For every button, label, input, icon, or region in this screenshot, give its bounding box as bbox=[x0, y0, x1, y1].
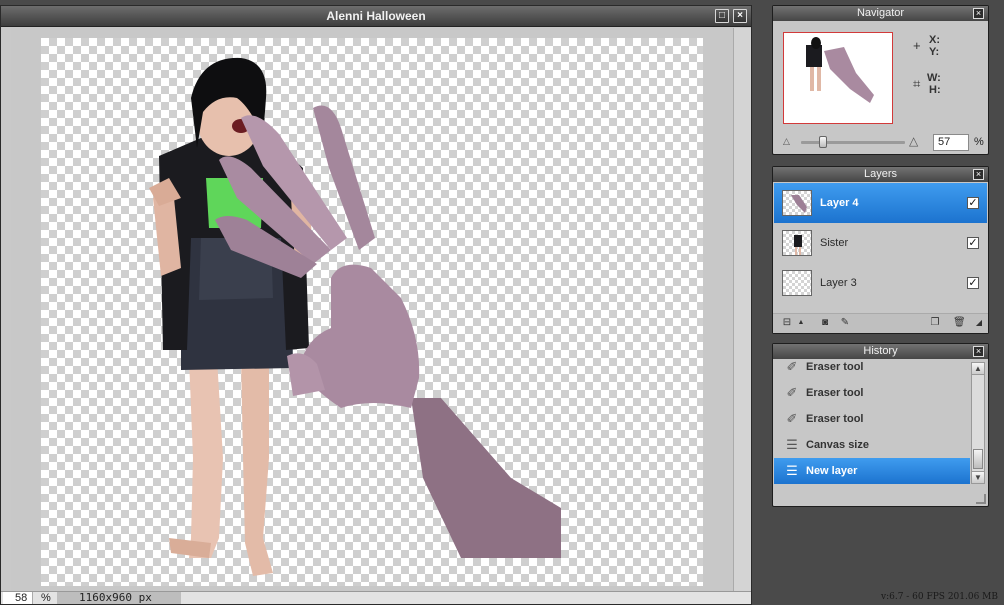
eraser-icon: ✐ bbox=[786, 385, 798, 400]
history-scroll-thumb[interactable] bbox=[973, 449, 983, 469]
maximize-icon[interactable]: □ bbox=[715, 9, 729, 23]
history-scrollbar[interactable]: ▲ ▼ bbox=[971, 362, 985, 484]
history-item[interactable]: ☰ New layer bbox=[774, 458, 970, 484]
close-icon[interactable]: × bbox=[973, 346, 984, 357]
close-icon[interactable]: × bbox=[973, 8, 984, 19]
layer-row[interactable]: Layer 4 ✓ bbox=[774, 183, 987, 223]
layer-visibility-checkbox[interactable]: ✓ bbox=[967, 277, 979, 289]
layer-visibility-checkbox[interactable]: ✓ bbox=[967, 197, 979, 209]
history-item-label: Eraser tool bbox=[806, 361, 864, 373]
history-title: History bbox=[863, 345, 898, 357]
resize-grip-icon[interactable] bbox=[976, 494, 986, 504]
document-icon: ☰ bbox=[786, 463, 798, 478]
image-canvas[interactable] bbox=[41, 38, 703, 586]
navigator-zoom-row: △ △ 57 % bbox=[781, 134, 984, 151]
selection-size-icon: ⌗ bbox=[913, 76, 921, 91]
app-status-text: v:6.7 - 60 FPS 201.06 MB bbox=[880, 592, 998, 602]
trash-icon[interactable]: 🗑 bbox=[953, 318, 966, 329]
new-layer-icon[interactable]: ❐ bbox=[929, 318, 941, 329]
navigator-preview bbox=[806, 37, 874, 103]
nav-x-label: X: bbox=[929, 34, 940, 46]
document-vertical-scrollbar[interactable] bbox=[733, 28, 751, 594]
history-item[interactable]: ✐ Eraser tool bbox=[774, 406, 970, 432]
navigator-thumbnail[interactable] bbox=[783, 32, 893, 124]
navigator-titlebar[interactable]: Navigator × bbox=[773, 6, 988, 21]
document-size-label: 1160x960 px bbox=[57, 592, 181, 604]
layer-name: Sister bbox=[820, 237, 849, 249]
history-item-label: Eraser tool bbox=[806, 413, 864, 425]
close-icon[interactable]: × bbox=[733, 9, 747, 23]
document-statusbar: 58 % 1160x960 px bbox=[1, 591, 751, 604]
layers-title: Layers bbox=[863, 168, 898, 180]
zoom-in-icon[interactable]: △ bbox=[909, 134, 918, 148]
layer-mask-icon[interactable]: ◙ bbox=[819, 318, 831, 329]
canvas-artwork bbox=[149, 57, 561, 576]
scroll-down-icon[interactable]: ▼ bbox=[972, 471, 984, 483]
layers-titlebar[interactable]: Layers × bbox=[773, 167, 988, 182]
layer-thumbnail bbox=[782, 230, 812, 256]
nav-h-label: H: bbox=[929, 84, 941, 96]
nav-w-label: W: bbox=[927, 72, 941, 84]
zoom-field[interactable]: 58 bbox=[3, 592, 33, 604]
layers-toolbar: ⊟ ▲ ◙ ✎ ❐ 🗑 ◢ bbox=[773, 313, 988, 333]
document-window: Alenni Halloween □ × 58 % 1160x960 px bbox=[0, 5, 752, 605]
zoom-unit: % bbox=[41, 592, 51, 604]
history-panel: History × ✐ Eraser tool ✐ Eraser tool ✐ … bbox=[772, 343, 989, 507]
close-icon[interactable]: × bbox=[973, 169, 984, 180]
layer-row[interactable]: Layer 3 ✓ bbox=[774, 263, 987, 303]
history-item-label: New layer bbox=[806, 465, 858, 477]
eraser-icon: ✐ bbox=[786, 411, 798, 426]
layer-name: Layer 3 bbox=[820, 277, 857, 289]
history-item[interactable]: ✐ Eraser tool bbox=[774, 358, 970, 376]
layer-effects-icon[interactable]: ✎ bbox=[839, 318, 851, 329]
nav-y-label: Y: bbox=[929, 46, 940, 58]
resize-grip-icon[interactable]: ◢ bbox=[973, 318, 985, 329]
layer-row[interactable]: Sister ✓ bbox=[774, 223, 987, 263]
history-item[interactable]: ✐ Eraser tool bbox=[774, 380, 970, 406]
layer-thumbnail bbox=[782, 190, 812, 216]
navigator-panel: Navigator × + X: Y: ⌗ W: H: △ △ 57 % bbox=[772, 5, 989, 155]
history-item-label: Eraser tool bbox=[806, 387, 864, 399]
navigator-zoom-input[interactable]: 57 bbox=[933, 134, 969, 151]
history-item-label: Canvas size bbox=[806, 439, 869, 451]
zoom-slider-handle[interactable] bbox=[819, 136, 827, 148]
zoom-out-icon[interactable]: △ bbox=[783, 136, 790, 147]
document-icon: ☰ bbox=[786, 437, 798, 452]
navigator-title: Navigator bbox=[856, 7, 905, 19]
zoom-slider-track[interactable] bbox=[801, 141, 905, 144]
layer-visibility-checkbox[interactable]: ✓ bbox=[967, 237, 979, 249]
history-item[interactable]: ☰ Canvas size bbox=[774, 432, 970, 458]
document-titlebar[interactable]: Alenni Halloween □ × bbox=[1, 6, 751, 27]
navigator-zoom-unit: % bbox=[974, 136, 984, 148]
document-workspace bbox=[11, 28, 733, 594]
scroll-up-icon[interactable]: ▲ bbox=[972, 363, 984, 375]
crosshair-icon: + bbox=[913, 38, 921, 53]
layer-blend-icon[interactable]: ⊟ bbox=[781, 318, 793, 329]
eraser-icon: ✐ bbox=[786, 359, 798, 374]
history-titlebar[interactable]: History × bbox=[773, 344, 988, 359]
girl-figure bbox=[149, 57, 313, 576]
layers-panel: Layers × Layer 4 ✓ Sister ✓ Layer 3 ✓ ⊟ … bbox=[772, 166, 989, 334]
document-title: Alenni Halloween bbox=[326, 9, 426, 23]
chevron-up-icon[interactable]: ▲ bbox=[795, 318, 807, 329]
layer-name: Layer 4 bbox=[820, 197, 859, 209]
layer-thumbnail bbox=[782, 270, 812, 296]
